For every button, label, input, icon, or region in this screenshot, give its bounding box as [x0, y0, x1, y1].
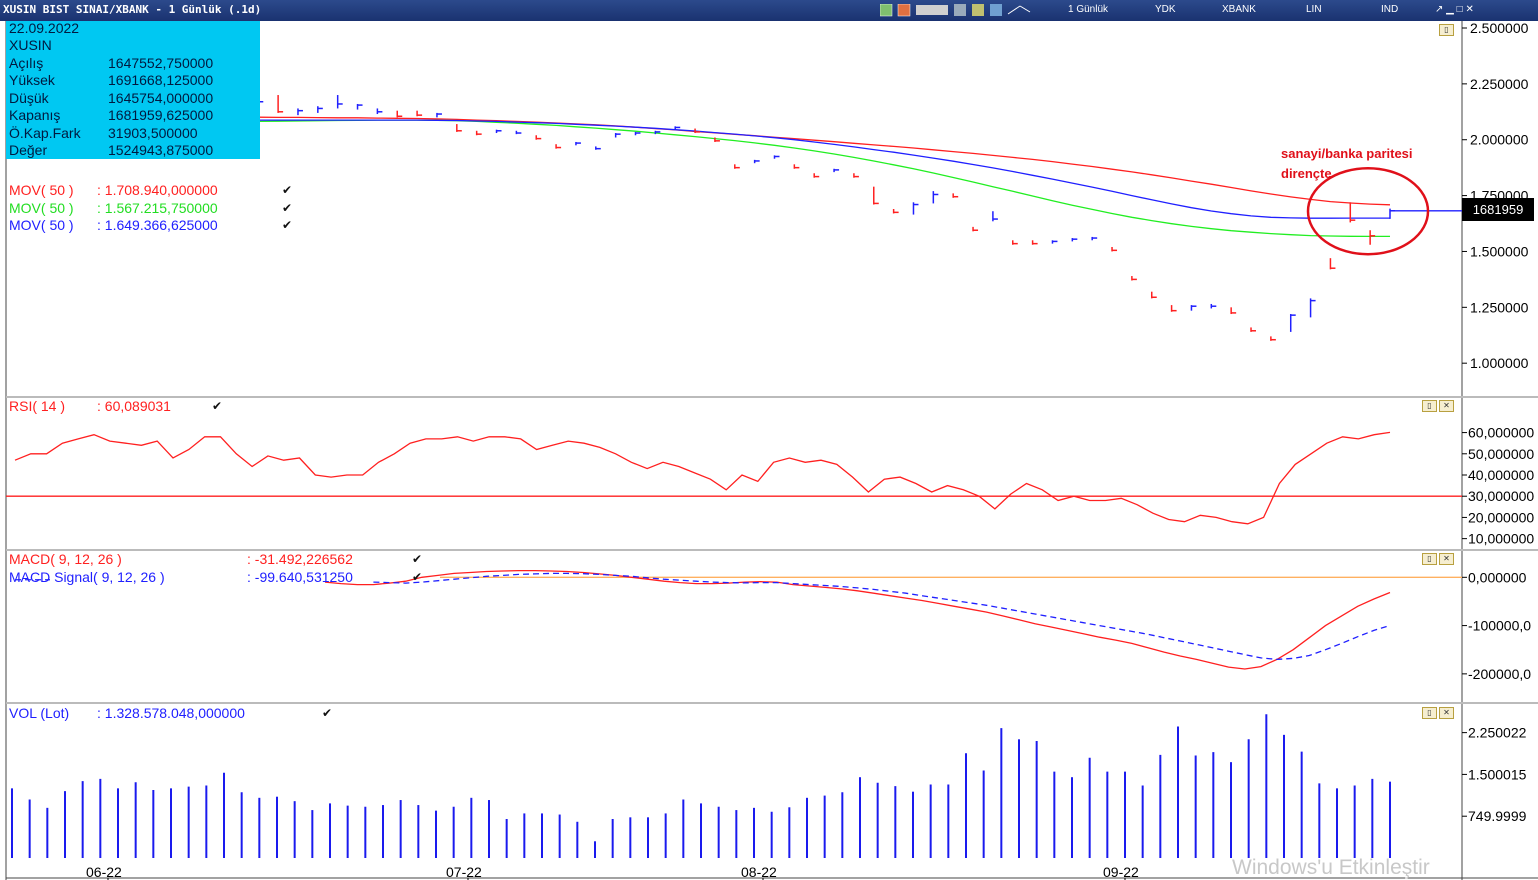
legend-macd-signal-label: MACD Signal( 9, 12, 26 ): [9, 569, 165, 585]
annotation: sanayi/banka paritesi dirençte: [1281, 144, 1451, 184]
legend-mov-blue-value: : 1.649.366,625000: [97, 217, 218, 233]
panel-restore-button[interactable]: ▯: [1422, 400, 1437, 412]
y-tick-label: 2.000000: [1470, 132, 1529, 148]
toolbar-period[interactable]: 1 Günlük: [1068, 4, 1108, 15]
info-label-value: Değer: [9, 142, 48, 158]
legend-vol-label: VOL (Lot): [9, 705, 70, 721]
y-tick-label: 20,000000: [1468, 509, 1534, 525]
panel-restore-button[interactable]: ▯: [1422, 553, 1437, 565]
info-label-change: Ö.Kap.Fark: [9, 125, 81, 141]
legend-vol: VOL (Lot) : 1.328.578.048,000000: [9, 705, 245, 721]
y-tick-label: 30,000000: [1468, 488, 1534, 504]
y-tick-label: 10,000000: [1468, 531, 1534, 547]
zoom-icon[interactable]: [990, 4, 1002, 16]
info-value-low: 1645754,000000: [108, 90, 214, 106]
y-tick-label: 1.000000: [1470, 355, 1529, 371]
panel-close-button[interactable]: ✕: [1439, 707, 1454, 719]
activation-watermark: Windows'u Etkinleştir: [1232, 856, 1430, 879]
legend-rsi-value: : 60,089031: [97, 398, 171, 414]
x-tick-label: 07-22: [446, 864, 482, 880]
info-symbol: XUSIN: [9, 37, 52, 53]
window-title: XUSIN BIST SINAI/XBANK - 1 Günlük (.1d): [3, 3, 262, 16]
check-icon[interactable]: ✔: [412, 570, 422, 584]
info-value-high: 1691668,125000: [108, 72, 214, 88]
legend-mov-red-value: : 1.708.940,000000: [97, 182, 218, 198]
y-tick-label: 1.500015: [1468, 766, 1527, 782]
annotation-line-2: dirençte: [1281, 166, 1332, 181]
check-icon[interactable]: ✔: [282, 201, 292, 215]
legend-mov-blue-label: MOV( 50 ): [9, 217, 74, 233]
legend-macd-signal-value: : -99.640,531250: [247, 569, 353, 585]
panel-restore-button[interactable]: ▯: [1422, 707, 1437, 719]
x-tick-label: 09-22: [1103, 864, 1139, 880]
info-value-change: 31903,500000: [108, 125, 198, 141]
legend-macd-signal: MACD Signal( 9, 12, 26 ) : -99.640,531250: [9, 569, 353, 585]
info-label-close: Kapanış: [9, 107, 61, 123]
y-tick-label: 2.250000: [1470, 76, 1529, 92]
legend-rsi: RSI( 14 ) : 60,089031: [9, 398, 171, 414]
line-tool-icon[interactable]: [1007, 5, 1031, 15]
legend-mov-red-label: MOV( 50 ): [9, 182, 74, 198]
info-value-open: 1647552,750000: [108, 55, 214, 71]
y-tick-label: -100000,0: [1468, 618, 1531, 634]
info-date: 22.09.2022: [9, 20, 80, 36]
legend-mov-green: MOV( 50 ) : 1.567.215,750000: [9, 200, 218, 216]
y-tick-label: 40,000000: [1468, 467, 1534, 483]
info-value-value: 1524943,875000: [108, 142, 214, 158]
toolbar-ydk[interactable]: YDK: [1155, 4, 1176, 15]
check-icon[interactable]: ✔: [412, 552, 422, 566]
panel-close-button[interactable]: ✕: [1439, 400, 1454, 412]
panel-restore-button[interactable]: ▯: [1439, 24, 1454, 36]
toolbar-icons: [880, 4, 1031, 17]
info-box: 22.09.2022 XUSIN Açılış 1647552,750000 Y…: [6, 20, 260, 159]
info-label-high: Yüksek: [9, 72, 55, 88]
panel-close-button[interactable]: ✕: [1439, 553, 1454, 565]
x-tick-label: 06-22: [86, 864, 122, 880]
check-icon[interactable]: ✔: [282, 183, 292, 197]
y-tick-label: 749.9999: [1468, 808, 1527, 824]
x-tick-label: 08-22: [741, 864, 777, 880]
chart-tool-icon[interactable]: [880, 4, 893, 17]
legend-mov-red: MOV( 50 ) : 1.708.940,000000: [9, 182, 218, 198]
pencil-icon[interactable]: [972, 4, 984, 16]
legend-macd-value: : -31.492,226562: [247, 551, 353, 567]
info-value-close: 1681959,625000: [108, 107, 214, 123]
y-tick-label: 60,000000: [1468, 425, 1534, 441]
annotation-line-1: sanayi/banka paritesi: [1281, 146, 1413, 161]
last-price-badge: 1681959: [1462, 198, 1534, 221]
y-tick-label: 1.500000: [1470, 243, 1529, 259]
check-icon[interactable]: ✔: [282, 218, 292, 232]
check-icon[interactable]: ✔: [212, 399, 222, 413]
forex-icon[interactable]: [916, 5, 948, 15]
legend-mov-green-label: MOV( 50 ): [9, 200, 74, 216]
legend-macd: MACD( 9, 12, 26 ) : -31.492,226562: [9, 551, 353, 567]
y-tick-label: 0,000000: [1468, 569, 1527, 585]
y-tick-label: 2.500000: [1470, 21, 1529, 36]
toolbar-indicators[interactable]: IND: [1381, 4, 1398, 15]
y-tick-label: 2.250022: [1468, 725, 1527, 741]
window-controls[interactable]: ↗ ▁ □ ✕: [1435, 4, 1474, 15]
check-icon[interactable]: ✔: [322, 706, 332, 720]
legend-macd-label: MACD( 9, 12, 26 ): [9, 551, 122, 567]
y-tick-label: 50,000000: [1468, 446, 1534, 462]
grid-icon[interactable]: [954, 4, 966, 16]
window-title-bar: XUSIN BIST SINAI/XBANK - 1 Günlük (.1d) …: [0, 0, 1538, 21]
toolbar-scale[interactable]: LIN: [1306, 4, 1322, 15]
legend-mov-green-value: : 1.567.215,750000: [97, 200, 218, 216]
y-tick-label: -200000,0: [1468, 666, 1531, 682]
y-tick-label: 1.250000: [1470, 299, 1529, 315]
toolbar-compare[interactable]: XBANK: [1222, 4, 1256, 15]
legend-mov-blue: MOV( 50 ) : 1.649.366,625000: [9, 217, 218, 233]
info-label-low: Düşük: [9, 90, 49, 106]
info-label-open: Açılış: [9, 55, 44, 71]
legend-vol-value: : 1.328.578.048,000000: [97, 705, 245, 721]
legend-rsi-label: RSI( 14 ): [9, 398, 66, 414]
settings-icon[interactable]: [897, 4, 911, 17]
